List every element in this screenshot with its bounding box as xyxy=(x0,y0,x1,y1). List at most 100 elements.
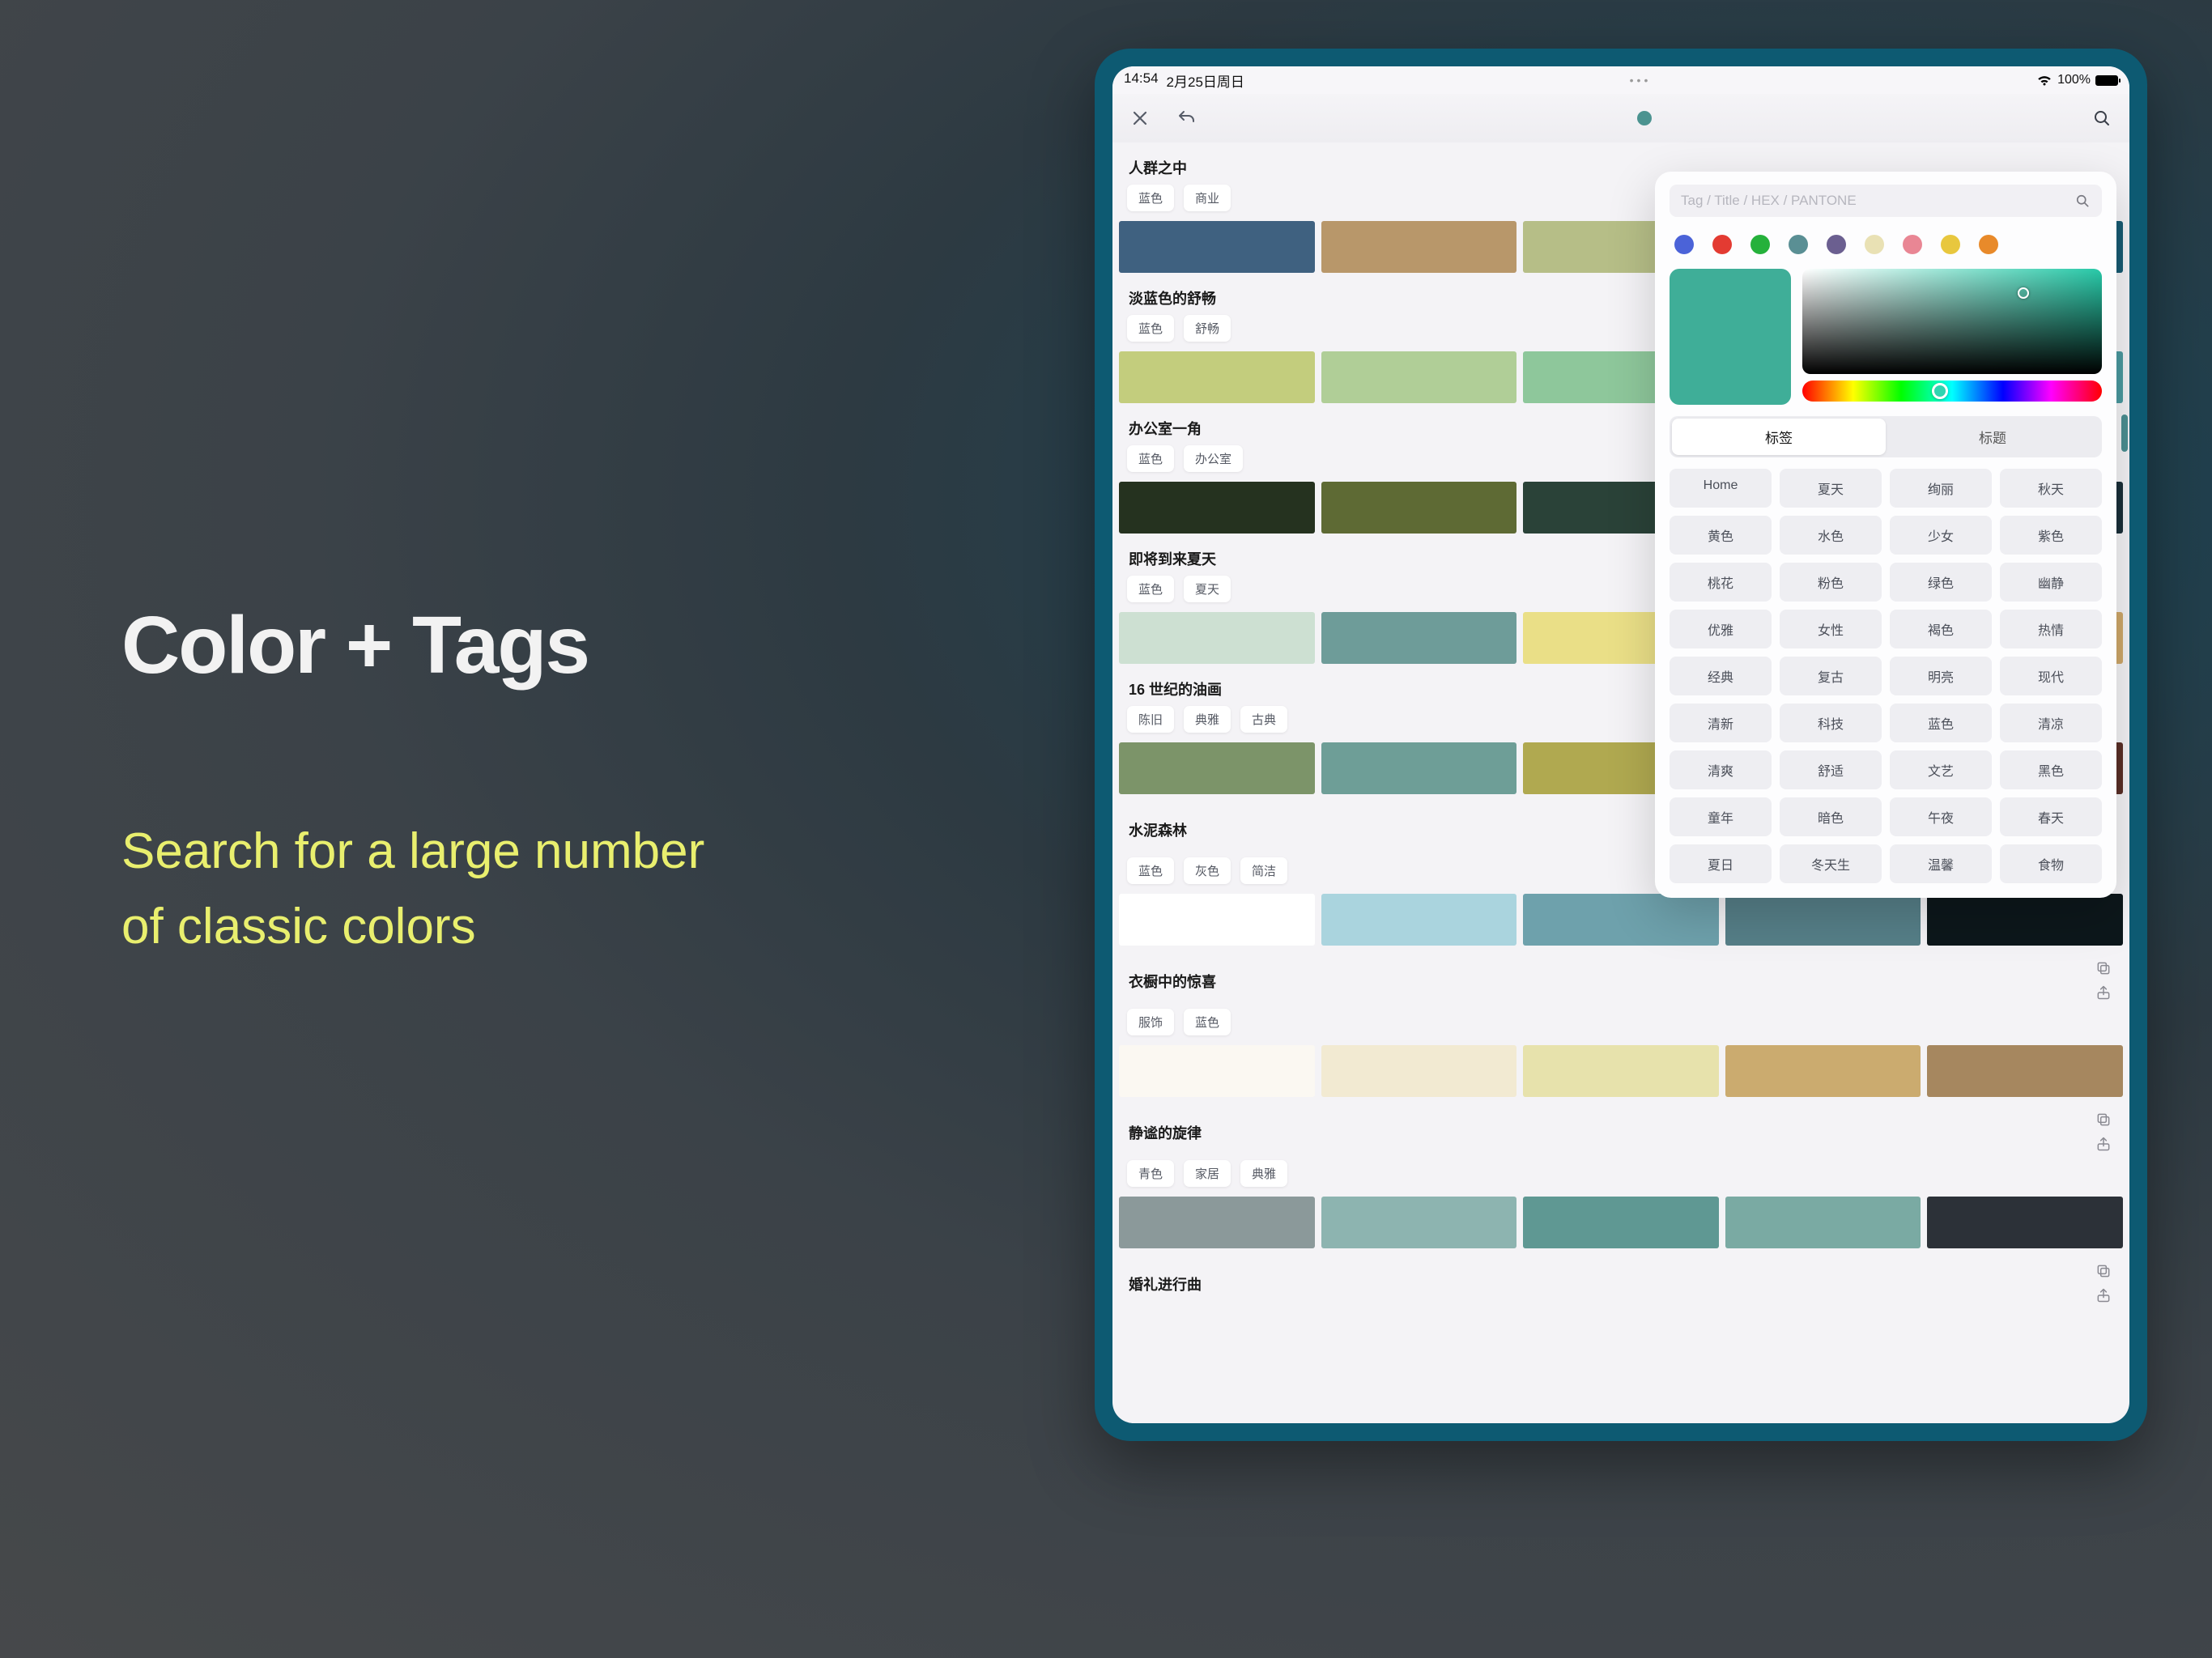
preset-dot-5[interactable] xyxy=(1865,235,1884,254)
palette-tag[interactable]: 陈旧 xyxy=(1127,706,1174,733)
palette-tag[interactable]: 蓝色 xyxy=(1184,1009,1231,1035)
tag-夏日[interactable]: 夏日 xyxy=(1670,844,1772,883)
tag-文艺[interactable]: 文艺 xyxy=(1890,750,1992,789)
color-swatch[interactable] xyxy=(1119,894,1315,946)
preset-dot-0[interactable] xyxy=(1674,235,1694,254)
color-swatch[interactable] xyxy=(1119,482,1315,534)
share-icon[interactable] xyxy=(2095,1287,2113,1305)
palette-tag[interactable]: 商业 xyxy=(1184,185,1231,211)
search-field[interactable] xyxy=(1670,185,2102,217)
color-swatch[interactable] xyxy=(1523,1045,1719,1097)
color-swatch[interactable] xyxy=(1321,742,1517,794)
palette-tag[interactable]: 蓝色 xyxy=(1127,576,1174,602)
tag-经典[interactable]: 经典 xyxy=(1670,657,1772,695)
preset-dot-4[interactable] xyxy=(1827,235,1846,254)
tag-暗色[interactable]: 暗色 xyxy=(1780,797,1882,836)
multitask-dots[interactable]: ••• xyxy=(1244,74,2036,87)
color-swatch[interactable] xyxy=(1119,221,1315,273)
tag-温馨[interactable]: 温馨 xyxy=(1890,844,1992,883)
palette-tag[interactable]: 办公室 xyxy=(1184,445,1243,472)
palette-tag[interactable]: 蓝色 xyxy=(1127,857,1174,884)
palette-tag[interactable]: 简洁 xyxy=(1240,857,1287,884)
color-swatch[interactable] xyxy=(1725,1045,1921,1097)
palette-tag[interactable]: 蓝色 xyxy=(1127,445,1174,472)
color-swatch[interactable] xyxy=(1725,1197,1921,1248)
color-swatch[interactable] xyxy=(1927,894,2123,946)
tag-清爽[interactable]: 清爽 xyxy=(1670,750,1772,789)
tag-女性[interactable]: 女性 xyxy=(1780,610,1882,648)
palette-tag[interactable]: 灰色 xyxy=(1184,857,1231,884)
share-icon[interactable] xyxy=(2095,1136,2113,1154)
tag-蓝色[interactable]: 蓝色 xyxy=(1890,704,1992,742)
tag-清新[interactable]: 清新 xyxy=(1670,704,1772,742)
color-swatch[interactable] xyxy=(1321,482,1517,534)
preset-dot-1[interactable] xyxy=(1712,235,1732,254)
color-swatch[interactable] xyxy=(1321,221,1517,273)
tag-水色[interactable]: 水色 xyxy=(1780,516,1882,555)
tag-黑色[interactable]: 黑色 xyxy=(2000,750,2102,789)
preset-dot-7[interactable] xyxy=(1941,235,1960,254)
tag-秋天[interactable]: 秋天 xyxy=(2000,469,2102,508)
tag-热情[interactable]: 热情 xyxy=(2000,610,2102,648)
hue-slider[interactable] xyxy=(1802,380,2102,402)
preset-dot-2[interactable] xyxy=(1750,235,1770,254)
tag-绿色[interactable]: 绿色 xyxy=(1890,563,1992,602)
palette-tag[interactable]: 青色 xyxy=(1127,1160,1174,1187)
tag-桃花[interactable]: 桃花 xyxy=(1670,563,1772,602)
palette-tag[interactable]: 家居 xyxy=(1184,1160,1231,1187)
tag-舒适[interactable]: 舒适 xyxy=(1780,750,1882,789)
color-swatch[interactable] xyxy=(1119,1197,1315,1248)
color-swatch[interactable] xyxy=(1321,1045,1517,1097)
color-swatch[interactable] xyxy=(1523,894,1719,946)
tag-现代[interactable]: 现代 xyxy=(2000,657,2102,695)
seg-tab-tags[interactable]: 标签 xyxy=(1672,419,1886,455)
palette-tag[interactable]: 蓝色 xyxy=(1127,315,1174,342)
close-icon[interactable] xyxy=(1129,107,1151,130)
current-color-dot[interactable] xyxy=(1637,111,1652,125)
scrollbar-thumb[interactable] xyxy=(2121,414,2128,452)
tag-夏天[interactable]: 夏天 xyxy=(1780,469,1882,508)
tag-少女[interactable]: 少女 xyxy=(1890,516,1992,555)
tag-午夜[interactable]: 午夜 xyxy=(1890,797,1992,836)
tag-Home[interactable]: Home xyxy=(1670,469,1772,508)
palette-tag[interactable]: 典雅 xyxy=(1184,706,1231,733)
color-swatch[interactable] xyxy=(1119,742,1315,794)
copy-icon[interactable] xyxy=(2095,960,2113,978)
tag-食物[interactable]: 食物 xyxy=(2000,844,2102,883)
tag-明亮[interactable]: 明亮 xyxy=(1890,657,1992,695)
palette-tag[interactable]: 舒畅 xyxy=(1184,315,1231,342)
copy-icon[interactable] xyxy=(2095,1112,2113,1129)
tag-褐色[interactable]: 褐色 xyxy=(1890,610,1992,648)
seg-tab-titles[interactable]: 标题 xyxy=(1886,419,2099,455)
tag-复古[interactable]: 复古 xyxy=(1780,657,1882,695)
share-icon[interactable] xyxy=(2095,984,2113,1002)
color-swatch[interactable] xyxy=(1321,1197,1517,1248)
copy-icon[interactable] xyxy=(2095,1263,2113,1281)
tag-童年[interactable]: 童年 xyxy=(1670,797,1772,836)
search-icon[interactable] xyxy=(2091,107,2113,130)
preset-dot-8[interactable] xyxy=(1979,235,1998,254)
sv-cursor[interactable] xyxy=(2018,287,2029,299)
tag-绚丽[interactable]: 绚丽 xyxy=(1890,469,1992,508)
tag-粉色[interactable]: 粉色 xyxy=(1780,563,1882,602)
color-swatch[interactable] xyxy=(1119,1045,1315,1097)
color-swatch[interactable] xyxy=(1321,612,1517,664)
tag-春天[interactable]: 春天 xyxy=(2000,797,2102,836)
tag-黄色[interactable]: 黄色 xyxy=(1670,516,1772,555)
palette-tag[interactable]: 典雅 xyxy=(1240,1160,1287,1187)
palette-tag[interactable]: 夏天 xyxy=(1184,576,1231,602)
palette-tag[interactable]: 古典 xyxy=(1240,706,1287,733)
tag-优雅[interactable]: 优雅 xyxy=(1670,610,1772,648)
color-swatch[interactable] xyxy=(1725,894,1921,946)
palette-tag[interactable]: 服饰 xyxy=(1127,1009,1174,1035)
search-icon[interactable] xyxy=(2074,193,2091,209)
color-swatch[interactable] xyxy=(1321,894,1517,946)
color-swatch[interactable] xyxy=(1927,1197,2123,1248)
undo-icon[interactable] xyxy=(1176,107,1198,130)
color-swatch[interactable] xyxy=(1119,351,1315,403)
tag-紫色[interactable]: 紫色 xyxy=(2000,516,2102,555)
palette-tag[interactable]: 蓝色 xyxy=(1127,185,1174,211)
segmented-control[interactable]: 标签 标题 xyxy=(1670,416,2102,457)
tag-清凉[interactable]: 清凉 xyxy=(2000,704,2102,742)
color-swatch[interactable] xyxy=(1321,351,1517,403)
